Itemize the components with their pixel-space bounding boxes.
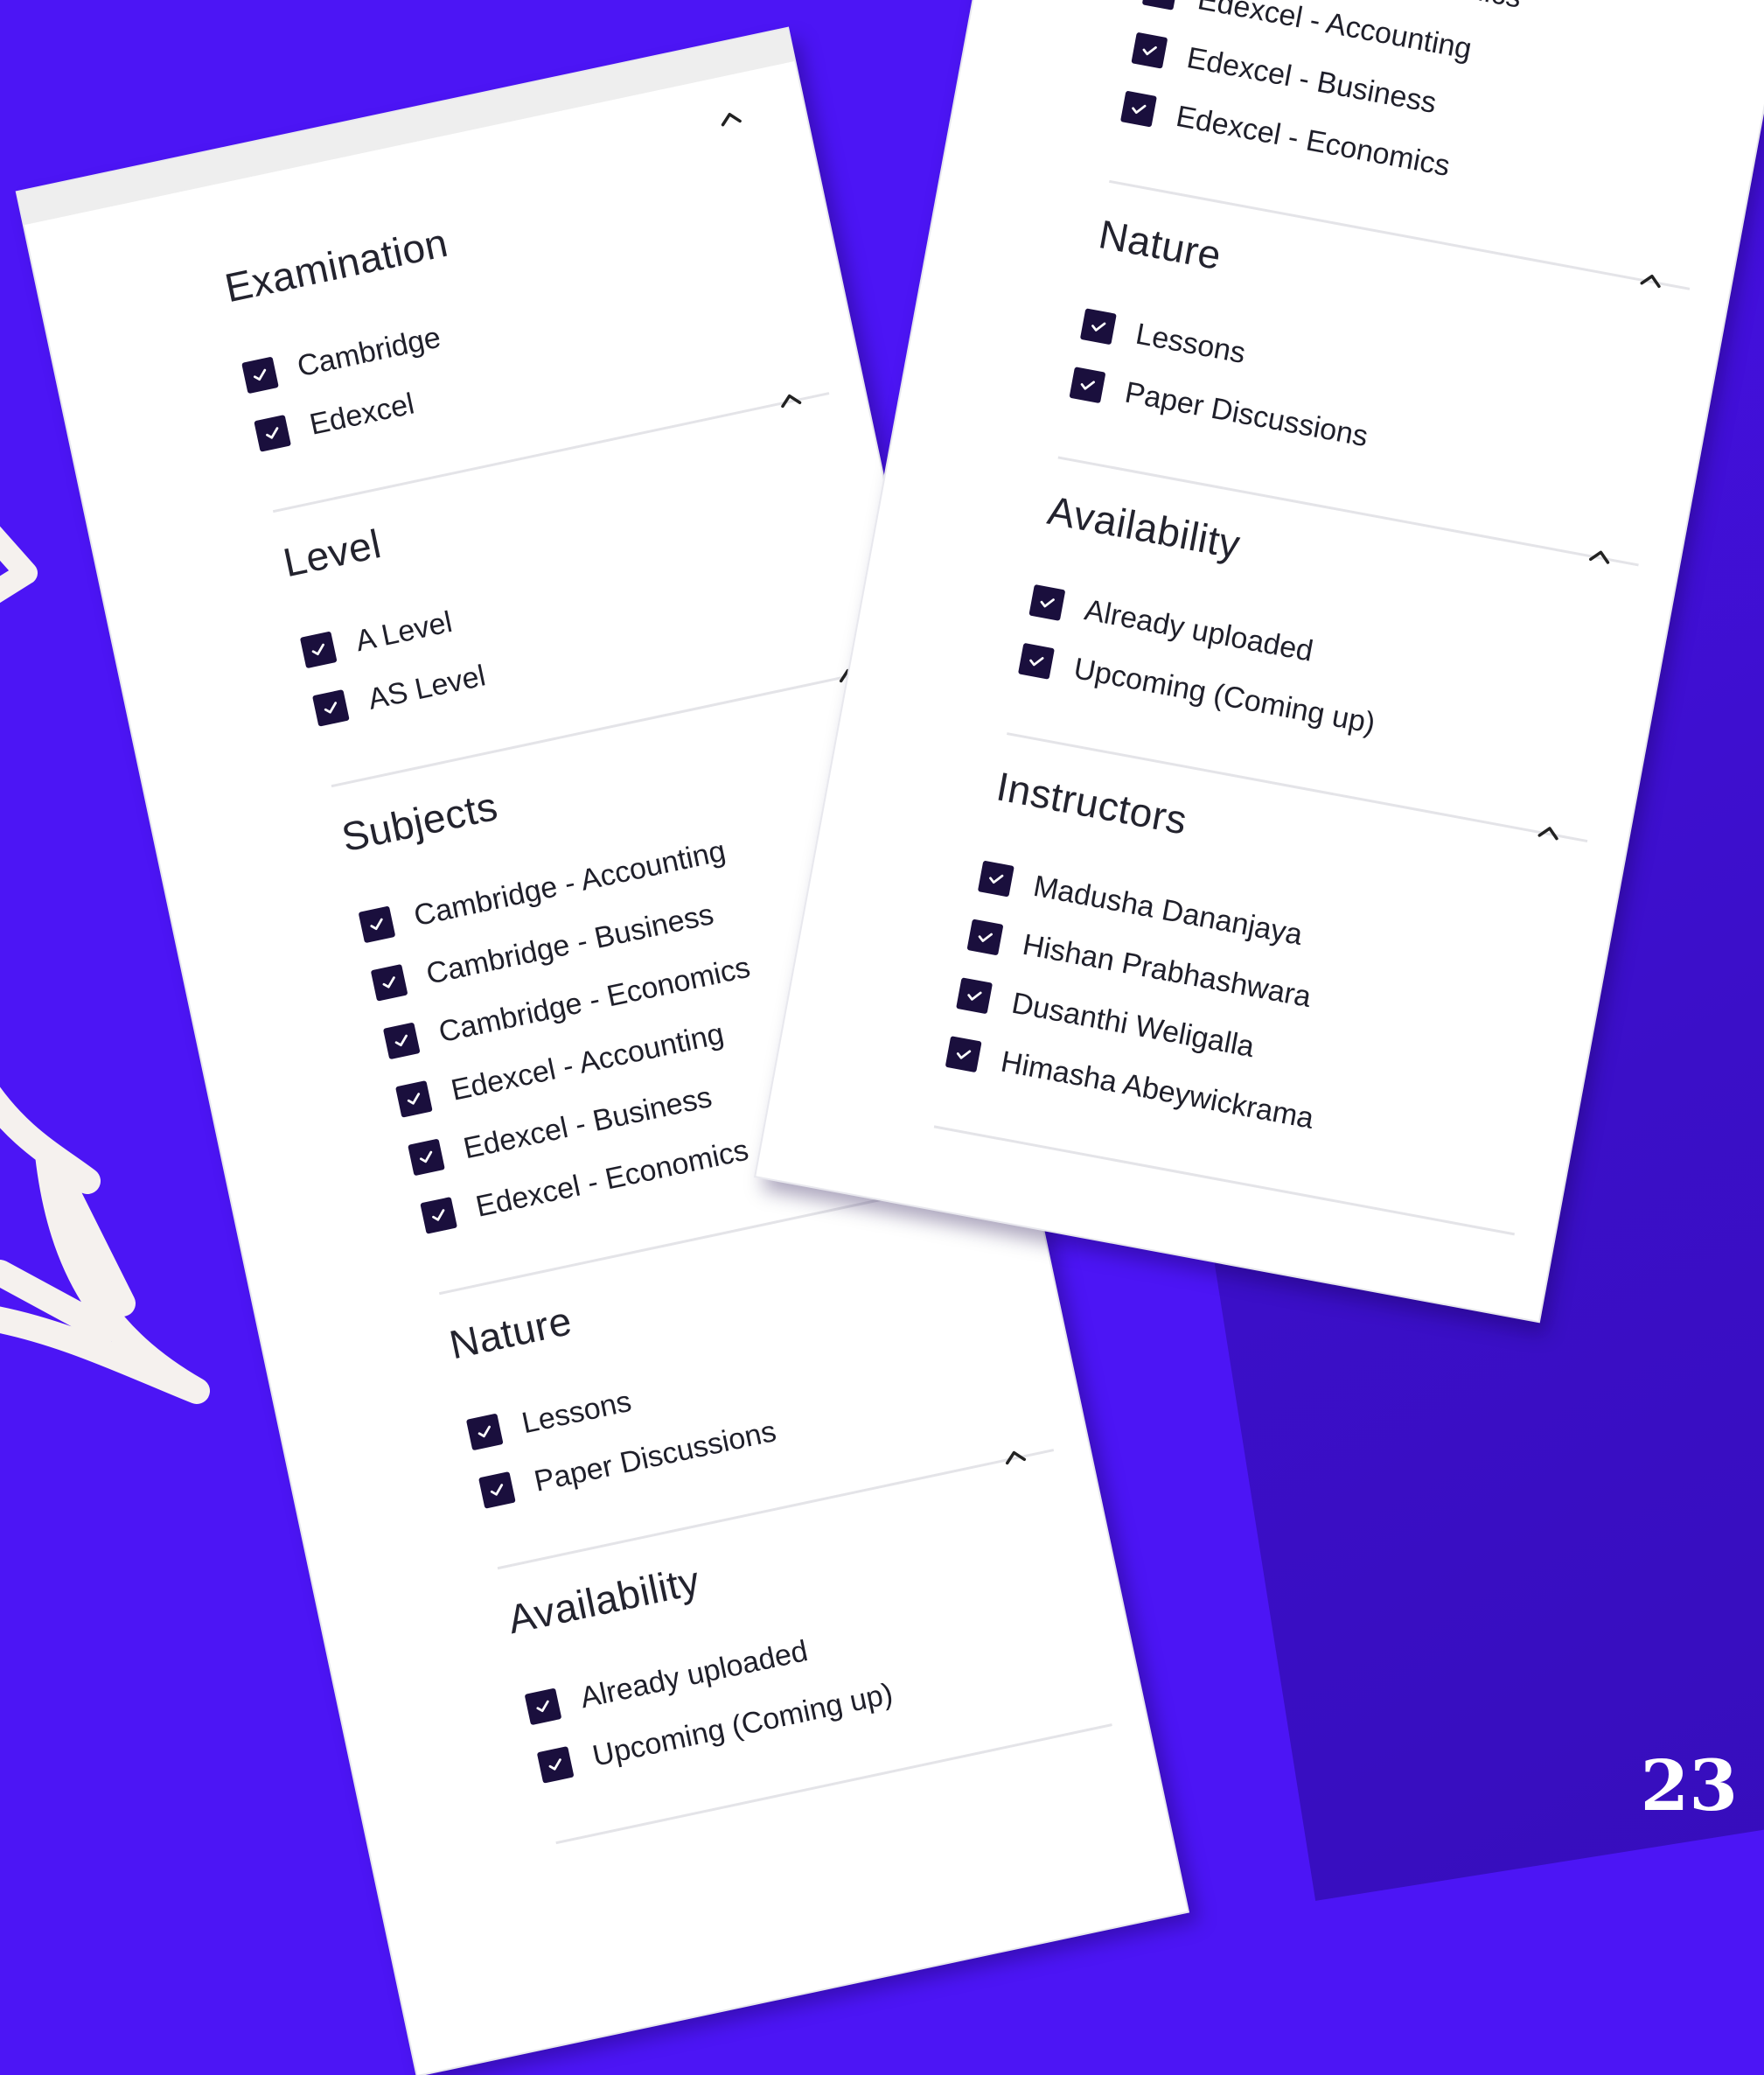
checkbox-checked[interactable]	[312, 689, 350, 727]
checkbox-checked[interactable]	[945, 1036, 982, 1073]
filter-option-label: Edexcel	[306, 387, 417, 442]
checkmark-icon	[390, 1030, 413, 1052]
checkbox-checked[interactable]	[1079, 308, 1117, 346]
checkmark-icon	[485, 1478, 508, 1501]
checkbox-checked[interactable]	[478, 1471, 516, 1509]
checkbox-checked[interactable]	[370, 964, 408, 1002]
checkbox-checked[interactable]	[382, 1022, 421, 1060]
checkbox-checked[interactable]	[524, 1687, 562, 1726]
chevron-up-icon[interactable]	[1636, 265, 1667, 296]
filter-option-label: AS Level	[365, 658, 489, 716]
checkbox-checked[interactable]	[465, 1413, 504, 1451]
checkbox-checked[interactable]	[1131, 31, 1168, 69]
checkmark-icon	[985, 868, 1008, 891]
checkmark-icon	[428, 1204, 450, 1226]
checkbox-checked[interactable]	[977, 860, 1014, 898]
filter-option-label: Lessons	[519, 1384, 635, 1440]
chevron-up-icon[interactable]	[1534, 817, 1565, 848]
checkmark-icon	[1139, 39, 1161, 62]
checkmark-icon	[952, 1043, 975, 1065]
checkmark-icon	[248, 364, 271, 387]
checkmark-icon	[1149, 0, 1172, 3]
checkmark-icon	[1036, 591, 1059, 614]
page-number: 23	[1640, 1744, 1738, 1827]
checkbox-checked[interactable]	[536, 1746, 575, 1784]
checkbox-checked[interactable]	[1141, 0, 1179, 10]
checkbox-checked[interactable]	[408, 1138, 445, 1177]
checkbox-checked[interactable]	[241, 356, 279, 395]
chevron-up-icon[interactable]	[1000, 1442, 1031, 1473]
checkbox-checked[interactable]	[358, 905, 396, 944]
chevron-up-icon[interactable]	[1585, 541, 1615, 572]
checkmark-icon	[1077, 374, 1099, 396]
checkmark-icon	[974, 926, 997, 949]
checkbox-checked[interactable]	[1017, 642, 1055, 680]
checkmark-icon	[1025, 650, 1048, 673]
checkmark-icon	[319, 696, 342, 719]
checkmark-icon	[1087, 315, 1110, 338]
checkmark-icon	[544, 1753, 567, 1776]
checkmark-icon	[307, 639, 330, 661]
checkmark-icon	[415, 1146, 437, 1169]
checkmark-icon	[378, 971, 401, 994]
checkbox-checked[interactable]	[1069, 367, 1106, 404]
checkmark-icon	[532, 1695, 554, 1718]
checkbox-checked[interactable]	[299, 631, 338, 669]
filter-option-label: Lessons	[1133, 317, 1249, 370]
checkbox-checked[interactable]	[1119, 90, 1157, 128]
chevron-up-icon[interactable]	[715, 103, 746, 135]
checkbox-checked[interactable]	[956, 977, 994, 1015]
chevron-up-icon[interactable]	[775, 385, 806, 416]
checkmark-icon	[261, 422, 284, 444]
checkmark-icon	[402, 1087, 425, 1110]
checkbox-checked[interactable]	[420, 1197, 458, 1234]
checkbox-checked[interactable]	[395, 1080, 433, 1118]
checkmark-icon	[366, 913, 388, 936]
checkmark-icon	[1127, 98, 1150, 121]
checkbox-checked[interactable]	[966, 919, 1004, 956]
filter-option-label: A Level	[352, 604, 456, 658]
checkbox-checked[interactable]	[1028, 583, 1066, 621]
checkmark-icon	[473, 1421, 496, 1443]
checkbox-checked[interactable]	[254, 415, 291, 452]
checkmark-icon	[963, 984, 986, 1007]
